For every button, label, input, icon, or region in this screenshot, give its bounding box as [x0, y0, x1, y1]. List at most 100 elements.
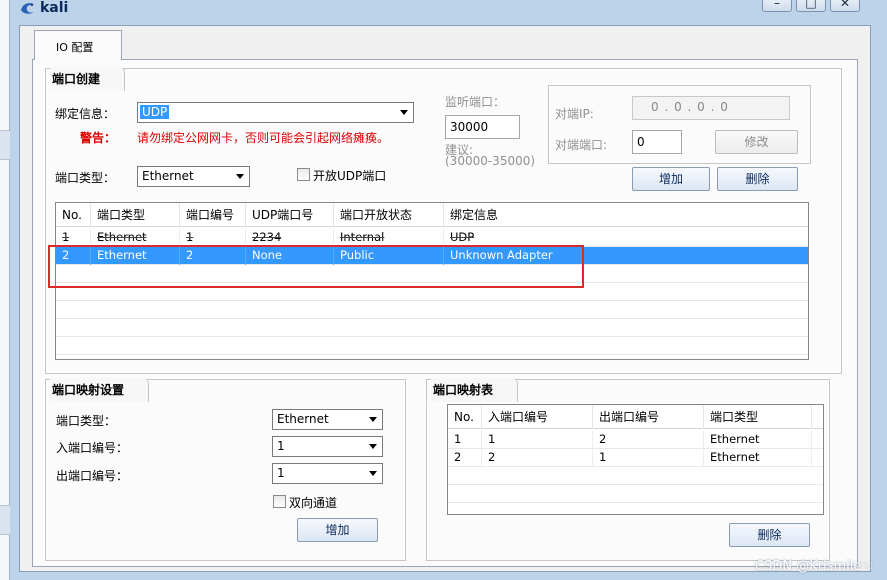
add-mapping-button[interactable]: 增加	[297, 518, 378, 542]
cell-open-status: Public	[334, 247, 444, 265]
column-header[interactable]: 出端口编号	[593, 405, 704, 429]
column-header[interactable]: 入端口编号	[482, 405, 593, 429]
dialog-client-area: IO 配置 端口创建 绑定信息： UDP 警告： 请勿绑定公网网卡，否则可能会引…	[19, 25, 871, 572]
cell-in-port: 2	[482, 449, 593, 467]
background-window-marker	[0, 130, 10, 160]
kali-dragon-icon	[21, 3, 34, 14]
column-header[interactable]: 端口开放状态	[334, 203, 444, 227]
in-port-value: 1	[277, 439, 285, 453]
listen-port-label: 监听端口：	[445, 95, 506, 109]
peer-port-value: 0	[637, 135, 645, 149]
column-header[interactable]: 端口类型	[704, 405, 812, 429]
minimize-button[interactable]: –	[762, 0, 792, 12]
cell-out-port: 1	[593, 449, 704, 467]
chevron-down-icon[interactable]	[236, 174, 244, 179]
peer-port-input[interactable]: 0	[632, 130, 682, 154]
cell-bind-info: UDP	[450, 230, 475, 244]
mapping-table-legend: 端口映射表	[431, 378, 519, 402]
app-window: kali – □ ✕ IO 配置 端口创建 绑定信息： UDP 警告： 请勿绑定…	[0, 0, 887, 580]
empty-row	[56, 265, 808, 283]
column-header[interactable]: No.	[448, 405, 482, 429]
cell-port-number: 1	[180, 229, 246, 247]
cell-no: 1	[448, 431, 482, 449]
cell-port-number: 2	[180, 247, 246, 265]
mapping-settings-group: 端口映射设置 端口类型： Ethernet 入端口编号： 1 出端口编号： 1	[45, 378, 406, 561]
in-port-select[interactable]: 1	[272, 436, 383, 457]
cell-open-status: Internal	[334, 229, 444, 247]
cell-bind-info: Unknown Adapter	[450, 248, 553, 262]
cell-no: 2	[448, 449, 482, 467]
map-port-type-value: Ethernet	[277, 412, 329, 426]
bidirectional-label: 双向通道	[289, 496, 338, 510]
empty-row	[56, 301, 808, 319]
window-title: kali	[40, 0, 69, 16]
cell-no: 1	[56, 229, 91, 247]
bind-info-label: 绑定信息：	[55, 107, 116, 121]
column-header[interactable]: 端口编号	[180, 203, 246, 227]
listen-port-value: 30000	[450, 120, 489, 134]
ports-table-header: No. 端口类型 端口编号 UDP端口号 端口开放状态 绑定信息	[56, 203, 808, 227]
out-port-value: 1	[277, 466, 285, 480]
table-row[interactable]: 2 Ethernet 2 None Public Unknown Adapter	[56, 247, 808, 265]
watermark: CSDN @Krismile☜	[755, 559, 873, 574]
peer-ip-input[interactable]: 0 . 0 . 0 . 0	[632, 96, 790, 120]
background-window-edge	[0, 0, 10, 580]
peer-port-label: 对端端口:	[555, 138, 608, 152]
warning-label: 警告：	[80, 131, 117, 145]
modify-button[interactable]: 修改	[715, 130, 798, 154]
cell-port-type: Ethernet	[704, 431, 812, 449]
listen-port-input[interactable]: 30000	[445, 115, 520, 139]
chevron-down-icon[interactable]	[369, 444, 377, 449]
peer-settings-panel: 对端IP: 0 . 0 . 0 . 0 对端端口: 0 修改	[548, 85, 811, 164]
bidirectional-checkbox[interactable]	[273, 495, 286, 508]
peer-ip-label: 对端IP:	[555, 107, 594, 121]
ports-table[interactable]: No. 端口类型 端口编号 UDP端口号 端口开放状态 绑定信息 1 Ether…	[55, 202, 809, 360]
title-bar[interactable]: kali – □ ✕	[10, 0, 887, 20]
background-window-marker	[0, 505, 10, 535]
table-row[interactable]: 2 2 1 Ethernet	[448, 449, 823, 467]
open-udp-checkbox[interactable]	[297, 168, 310, 181]
cell-in-port: 1	[482, 431, 593, 449]
port-type-value: Ethernet	[142, 169, 194, 183]
table-row[interactable]: 1 1 2 Ethernet	[448, 431, 823, 449]
port-create-group: 端口创建 绑定信息： UDP 警告： 请勿绑定公网网卡，否则可能会引起网络瘫痪。…	[45, 67, 842, 374]
column-header[interactable]: No.	[56, 203, 91, 227]
empty-row	[56, 283, 808, 301]
map-port-type-select[interactable]: Ethernet	[272, 409, 383, 430]
cell-port-type: Ethernet	[91, 247, 180, 265]
mapping-settings-legend: 端口映射设置	[50, 378, 150, 402]
column-header[interactable]: 端口类型	[91, 203, 180, 227]
tab-page: 端口创建 绑定信息： UDP 警告： 请勿绑定公网网卡，否则可能会引起网络瘫痪。…	[32, 59, 858, 567]
empty-row	[448, 467, 823, 485]
bind-info-value: UDP	[140, 105, 170, 119]
mapping-table-group: 端口映射表 No. 入端口编号 出端口编号 端口类型 1 1 2 Etherne…	[426, 378, 830, 561]
cell-udp-port: 2234	[246, 229, 334, 247]
delete-port-button[interactable]: 删除	[717, 167, 798, 191]
add-port-button[interactable]: 增加	[632, 167, 710, 191]
bind-info-select[interactable]: UDP	[137, 102, 414, 123]
cell-port-type: Ethernet	[704, 449, 812, 467]
close-button[interactable]: ✕	[830, 0, 860, 12]
cell-out-port: 2	[593, 431, 704, 449]
empty-row	[56, 337, 808, 355]
delete-mapping-button[interactable]: 删除	[729, 523, 810, 547]
mapping-table-header: No. 入端口编号 出端口编号 端口类型	[448, 405, 823, 429]
table-row[interactable]: 1 Ethernet 1 2234 Internal UDP	[56, 229, 808, 247]
column-header[interactable]: UDP端口号	[246, 203, 334, 227]
port-type-select[interactable]: Ethernet	[137, 166, 250, 187]
mapping-table[interactable]: No. 入端口编号 出端口编号 端口类型 1 1 2 Ethernet 2 2	[447, 404, 824, 515]
chevron-down-icon[interactable]	[369, 471, 377, 476]
chevron-down-icon[interactable]	[400, 110, 408, 115]
in-port-label: 入端口编号：	[56, 441, 129, 455]
maximize-button[interactable]: □	[796, 0, 826, 12]
tab-label: IO 配置	[56, 41, 94, 54]
out-port-select[interactable]: 1	[272, 463, 383, 484]
tab-io-config[interactable]: IO 配置	[34, 30, 122, 60]
column-header[interactable]: 绑定信息	[444, 203, 808, 227]
empty-row	[56, 319, 808, 337]
port-type-label: 端口类型：	[55, 171, 116, 185]
map-port-type-label: 端口类型：	[56, 414, 117, 428]
chevron-down-icon[interactable]	[369, 417, 377, 422]
open-udp-label: 开放UDP端口	[313, 169, 387, 183]
suggest-range: (30000-35000)	[445, 154, 536, 168]
